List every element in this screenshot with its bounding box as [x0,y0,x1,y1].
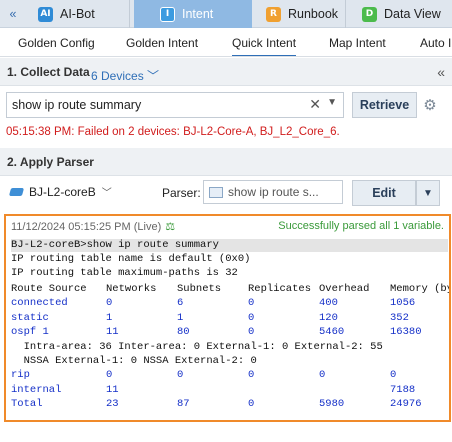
device-name: BJ-L2-coreB [29,184,96,199]
table-cell: 352 [390,311,409,324]
table-cell: 120 [319,311,338,324]
column-header: Replicates [248,283,312,295]
edit-dropdown-icon[interactable]: ▼ [416,180,440,206]
table-cell: 0 [248,398,255,410]
tab-label: Data View [384,7,441,21]
table-cell: 23 [106,398,119,410]
command-input[interactable] [12,98,302,112]
table-cell: 6 [177,297,184,309]
table-cell: 0 [319,369,326,381]
tab-label: AI-Bot [60,7,95,21]
runbook-icon: R [266,6,281,22]
output-line: IP routing table maximum-paths is 32 [11,267,238,279]
route-source-cell: ospf 1 [11,326,49,338]
route-source-cell: static [11,311,49,324]
table-cell: 16380 [390,326,422,338]
result-timestamp: 11/12/2024 05:15:25 PM (Live) [11,221,162,233]
table-cell: 5460 [319,326,345,338]
tab-data-view[interactable]: D Data View [352,0,452,28]
app-tab-bar: « AI AI-Bot I Intent R Runbook D Data Vi… [0,0,452,28]
parse-status: Successfully parsed all 1 variable. [278,220,444,232]
route-source-cell: internal [11,383,62,396]
table-cell: 0 [177,369,184,381]
tab-auto-intent[interactable]: Auto In [420,29,452,56]
table-cell: 11 [106,326,119,338]
table-cell: 1 [106,311,113,324]
table-cell: 7188 [390,383,416,396]
chevron-down-icon: ﹀ [101,188,112,199]
table-cell: 400 [319,297,338,309]
devices-dropdown[interactable]: 6 Devices ﹀ [91,67,159,84]
table-cell: 0 [248,311,255,324]
route-source-cell: Total [11,398,43,410]
tab-runbook[interactable]: R Runbook [252,0,346,28]
clear-icon[interactable]: ✕ [309,96,321,113]
parse-result-panel: 11/12/2024 05:15:25 PM (Live) ⚖ Successfu… [4,214,451,422]
retrieve-button[interactable]: Retrieve [352,92,417,118]
gear-icon[interactable]: ⚙ [420,95,440,115]
table-cell: 11 [106,383,119,396]
table-cell: 80 [177,326,190,338]
tab-golden-config[interactable]: Golden Config [18,29,95,56]
column-header: Overhead [319,283,370,295]
chevron-down-icon: ﹀ [147,69,160,83]
intent-icon: I [160,6,175,22]
tab-intent[interactable]: I Intent [134,0,252,28]
table-cell: 24976 [390,398,422,410]
chevron-down-icon[interactable]: ▼ [327,97,337,108]
parser-file-icon [209,186,223,198]
route-source-cell: rip [11,369,30,381]
device-icon [8,187,25,196]
scale-icon: ⚖ [165,221,176,233]
ospf-detail-line: NSSA External-1: 0 NSSA External-2: 0 [11,355,257,367]
command-search-box: ✕ ▼ [6,92,344,118]
table-cell: 1 [177,311,184,324]
column-header: Memory (by [390,283,451,295]
table-cell: 0 [248,369,255,381]
table-cell: 0 [248,326,255,338]
apply-parser-header: 2. Apply Parser [0,148,452,176]
route-source-cell: connected [11,297,68,309]
section-title: 2. Apply Parser [7,154,94,169]
section-title: 1. Collect Data [7,64,90,79]
table-cell: 87 [177,398,190,410]
table-cell: 5980 [319,398,345,410]
collapse-panel-icon[interactable]: « [437,64,445,80]
parser-label: Parser: [162,186,201,200]
tab-ai-bot[interactable]: AI AI-Bot [0,0,130,28]
table-cell: 0 [106,369,113,381]
edit-button[interactable]: Edit [352,180,416,206]
result-header: 11/12/2024 05:15:25 PM (Live) ⚖ [11,220,175,233]
table-cell: 0 [390,369,397,381]
tab-quick-intent[interactable]: Quick Intent [232,29,297,56]
command-line: BJ-L2-coreB>show ip route summary [11,239,448,252]
tab-label: Intent [182,7,214,21]
table-cell: 0 [106,297,113,309]
table-cell: 1056 [390,297,416,309]
tab-label: Runbook [288,7,339,21]
table-cell: 0 [248,297,255,309]
intent-sub-tabs: Golden Config Golden Intent Quick Intent… [0,29,452,57]
device-selector[interactable]: BJ-L2-coreB ﹀ [8,184,112,199]
output-line: IP routing table name is default (0x0) [11,253,251,265]
column-header: Networks [106,283,157,295]
column-header: Subnets [177,283,222,295]
collect-data-header: 1. Collect Data [0,58,452,86]
parser-value: show ip route s... [228,185,319,199]
parser-select[interactable]: show ip route s... [203,180,343,204]
ai-bot-icon: AI [38,6,53,22]
devices-link-label: 6 Devices [91,69,144,83]
data-view-icon: D [362,6,377,22]
error-message: 05:15:38 PM: Failed on 2 devices: BJ-L2-… [6,126,340,138]
ospf-detail-line: Intra-area: 36 Inter-area: 0 External-1:… [11,341,383,353]
tab-map-intent[interactable]: Map Intent [329,29,386,56]
tab-golden-intent[interactable]: Golden Intent [126,29,198,56]
column-header: Route Source [11,283,87,295]
